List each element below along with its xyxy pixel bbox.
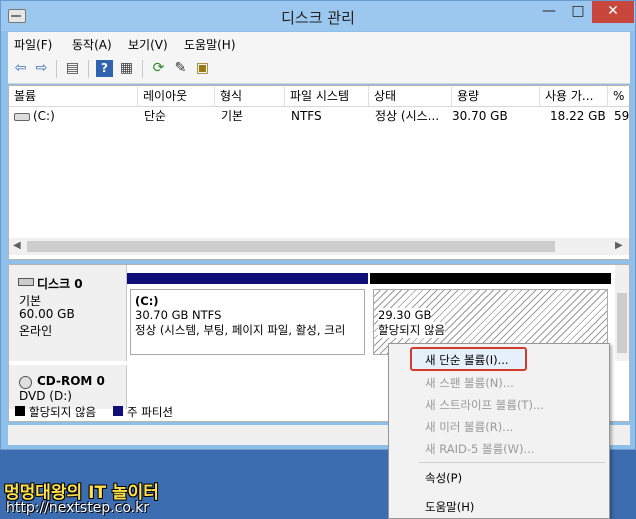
partition-c-body: (C:) 30.70 GB NTFS 정상 (시스템, 부팅, 페이지 파일, … (130, 289, 365, 355)
column-volume[interactable]: 볼륨 (9, 86, 138, 106)
cdrom-type: DVD (D:) (19, 389, 72, 403)
table-row[interactable]: (C:) 단순 기본 NTFS 정상 (시스... 30.70 GB 18.22… (9, 107, 629, 125)
column-type[interactable]: 형식 (215, 86, 285, 106)
menu-new-simple-volume[interactable]: 새 단순 볼륨(I)... (425, 352, 509, 368)
refresh-icon[interactable]: ⟳ (150, 60, 167, 77)
forward-arrow-icon[interactable]: ⇨ (33, 60, 50, 77)
cdrom-name: CD-ROM 0 (37, 374, 105, 388)
legend: 할당되지 않음 주 파티션 (9, 403, 309, 419)
column-capacity[interactable]: 용량 (452, 86, 540, 106)
volume-list-header: 볼륨 레이아웃 형식 파일 시스템 상태 용량 사용 가... % (9, 86, 629, 107)
column-layout[interactable]: 레이아웃 (138, 86, 215, 106)
toolbar-separator (56, 60, 57, 78)
help-icon[interactable]: ? (96, 60, 113, 77)
disk-icon (18, 278, 34, 286)
cell-capacity: 30.70 GB (452, 109, 508, 123)
legend-primary-label: 주 파티션 (127, 405, 173, 419)
watermark-url: http://nextstep.co.kr (6, 500, 149, 516)
unallocated-status: 할당되지 않음 (378, 322, 446, 338)
scrollbar-thumb[interactable] (27, 241, 555, 252)
partition-c-status: 정상 (시스템, 부팅, 페이지 파일, 활성, 크리 (135, 323, 346, 337)
cdrom-icon (19, 376, 32, 389)
unallocated-bar (370, 273, 611, 284)
console-tree-icon[interactable]: ▤ (64, 60, 81, 77)
menu-separator (419, 462, 605, 463)
toolbar: ⇦ ⇨ ▤ ? ▦ ⟳ ✎ ▣ (8, 54, 630, 84)
volume-list: 볼륨 레이아웃 형식 파일 시스템 상태 용량 사용 가... % (C:) 단… (8, 85, 630, 260)
cell-layout: 단순 (144, 109, 167, 123)
maximize-button[interactable]: □ (564, 1, 592, 23)
unallocated-size: 29.30 GB (378, 308, 432, 322)
legend-unallocated-label: 할당되지 않음 (29, 405, 97, 419)
horizontal-scrollbar[interactable]: ◀ ▶ (9, 238, 629, 255)
column-percent-free[interactable]: % (608, 86, 629, 106)
primary-partition-bar (127, 273, 368, 284)
disk-size: 60.00 GB (19, 307, 75, 321)
disk-status: 온라인 (19, 324, 53, 338)
properties-icon[interactable]: ✎ (172, 60, 189, 77)
menu-file[interactable]: 파일(F) (14, 36, 52, 53)
menu-bar: 파일(F) 동작(A) 보기(V) 도움말(H) (8, 32, 630, 54)
menu-view[interactable]: 보기(V) (128, 36, 168, 53)
partition-c-size: 30.70 GB NTFS (135, 308, 222, 322)
partition-c[interactable]: (C:) 30.70 GB NTFS 정상 (시스템, 부팅, 페이지 파일, … (127, 273, 368, 357)
cell-filesystem: NTFS (291, 109, 322, 123)
menu-new-striped-volume[interactable]: 새 스트라이프 볼륨(T)... (425, 397, 544, 413)
menu-help-item[interactable]: 도움말(H) (425, 499, 474, 515)
disk-name: 디스크 0 (37, 277, 83, 291)
context-menu: 새 단순 볼륨(I)... 새 스팬 볼륨(N)... 새 스트라이프 볼륨(T… (388, 343, 610, 519)
watermark: 멍멍대왕의 IT 놀이터 http://nextstep.co.kr (4, 478, 384, 518)
title-bar[interactable]: 디스크 관리 — □ ✕ (1, 1, 635, 31)
column-filesystem[interactable]: 파일 시스템 (285, 86, 369, 106)
cell-volume: (C:) (33, 109, 55, 123)
cell-free-space: 18.22 GB (550, 109, 606, 123)
scroll-right-icon[interactable]: ▶ (615, 240, 623, 251)
menu-new-mirrored-volume[interactable]: 새 미러 볼륨(R)... (425, 419, 513, 435)
legend-primary-swatch (113, 406, 123, 416)
close-button[interactable]: ✕ (592, 1, 634, 23)
back-arrow-icon[interactable]: ⇦ (12, 60, 29, 77)
disk-0-label[interactable]: 디스크 0 기본 60.00 GB 온라인 (9, 265, 127, 361)
menu-properties[interactable]: 속성(P) (425, 470, 462, 486)
scroll-left-icon[interactable]: ◀ (13, 240, 21, 251)
legend-unallocated-swatch (15, 406, 25, 416)
menu-action[interactable]: 동작(A) (72, 36, 112, 53)
show-hide-icon[interactable]: ▦ (118, 60, 135, 77)
cell-type: 기본 (221, 109, 244, 123)
menu-new-spanned-volume[interactable]: 새 스팬 볼륨(N)... (425, 375, 514, 391)
partition-c-name: (C:) (135, 294, 159, 308)
toolbar-separator (142, 60, 143, 78)
vertical-scrollbar-thumb[interactable] (617, 293, 627, 353)
toolbar-separator (88, 60, 89, 78)
drive-icon (14, 113, 30, 121)
vertical-scrollbar[interactable] (615, 265, 629, 361)
minimize-button[interactable]: — (534, 1, 564, 23)
menu-new-raid5-volume[interactable]: 새 RAID-5 볼륨(W)... (425, 441, 534, 457)
column-status[interactable]: 상태 (369, 86, 452, 106)
rescan-icon[interactable]: ▣ (194, 60, 211, 77)
column-free-space[interactable]: 사용 가... (540, 86, 608, 106)
cell-percent-free: 59 (614, 109, 630, 123)
cell-status: 정상 (시스... (375, 109, 440, 123)
menu-help[interactable]: 도움말(H) (184, 36, 236, 53)
